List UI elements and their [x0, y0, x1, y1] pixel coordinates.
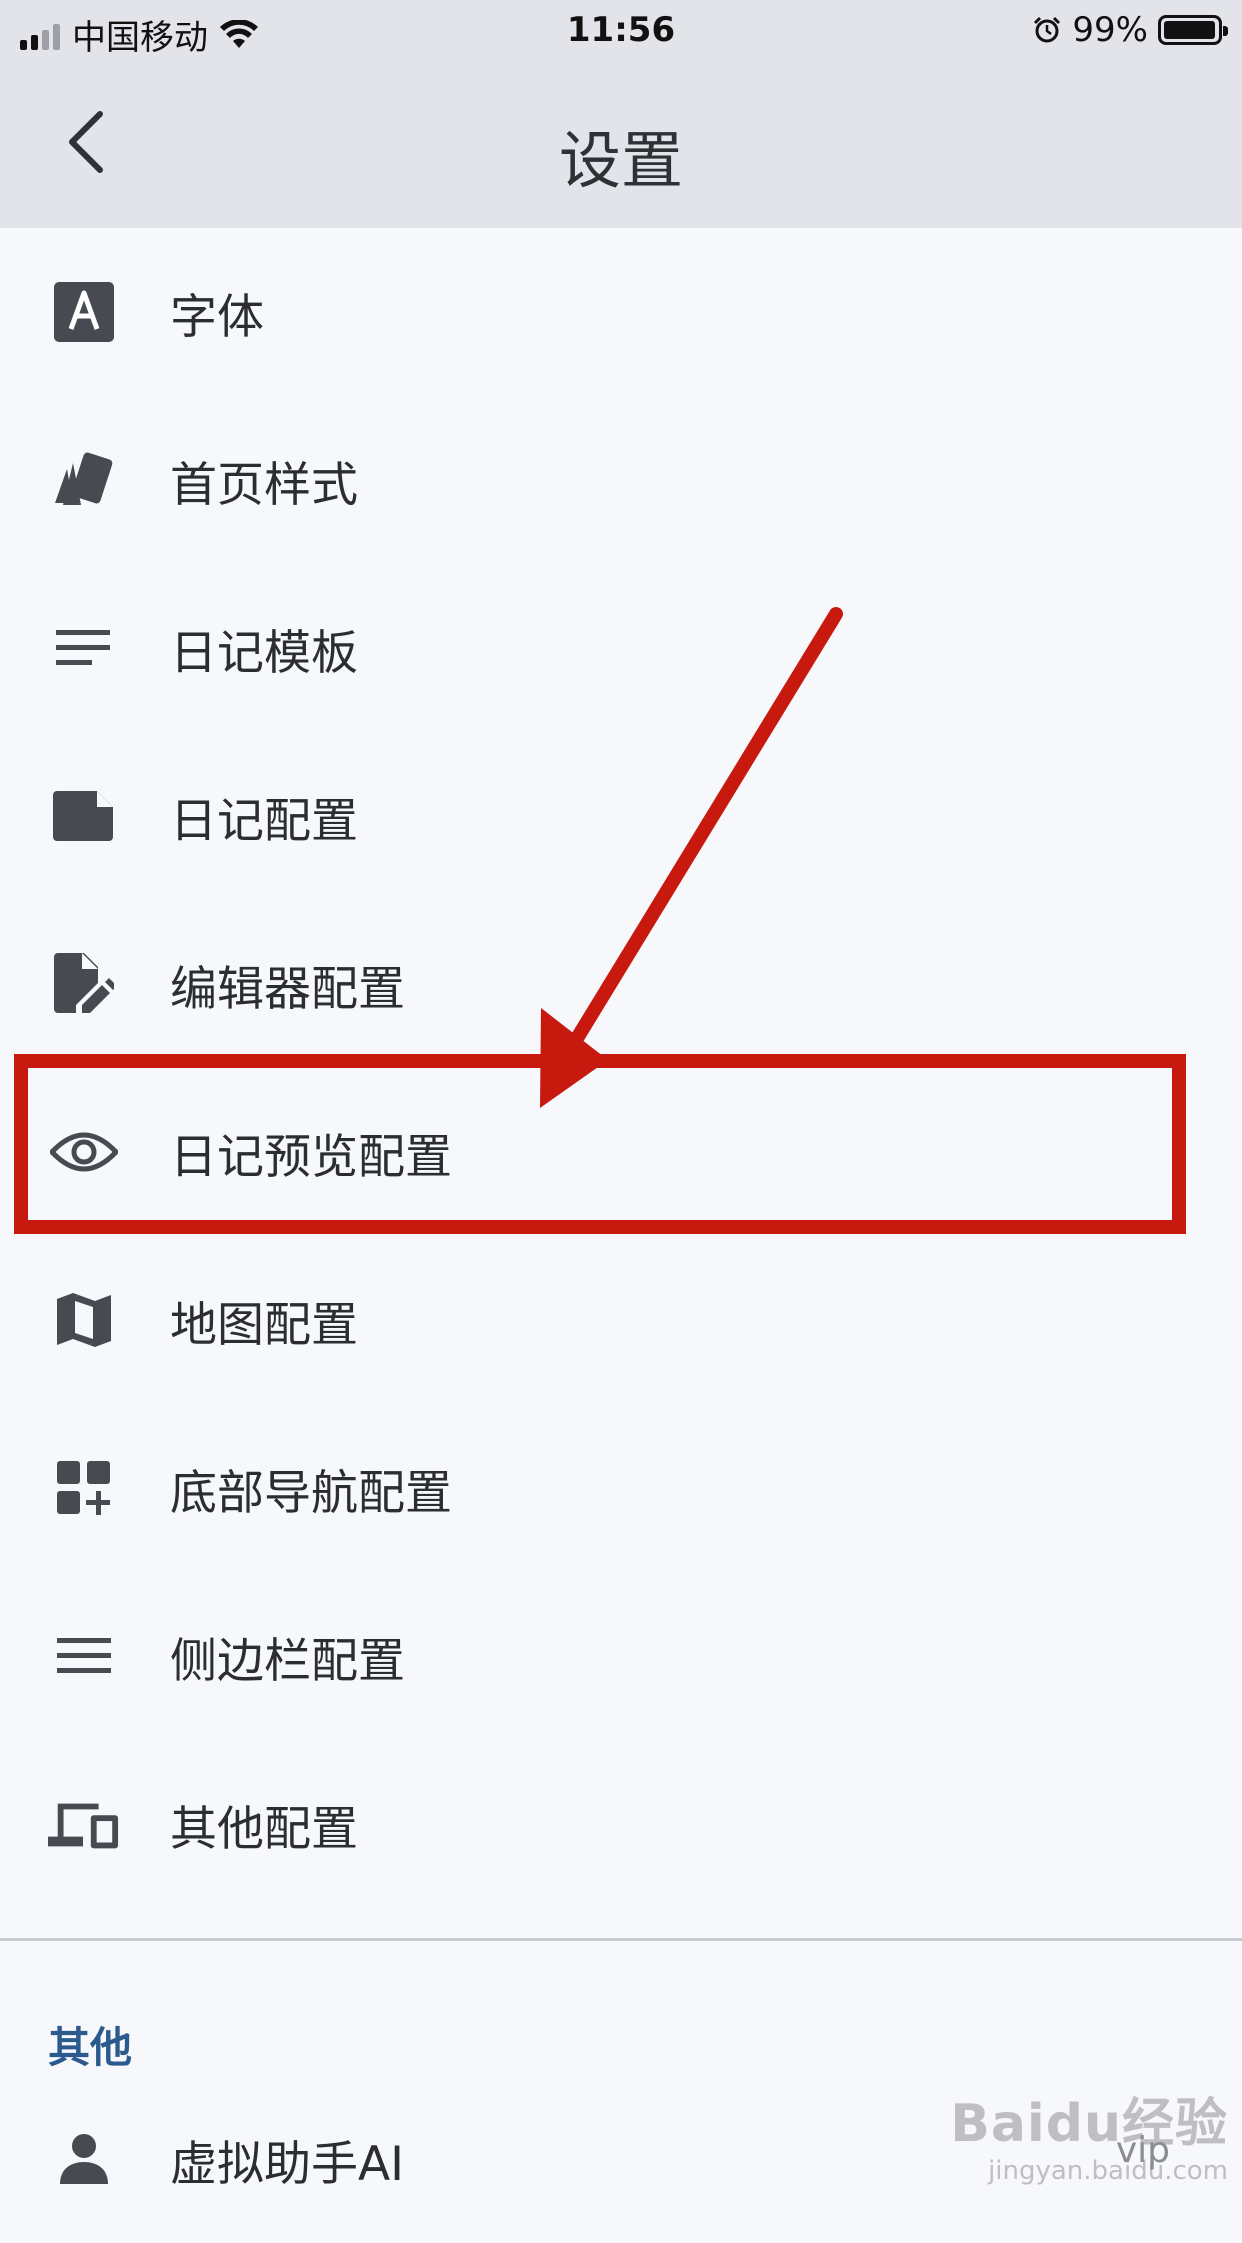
settings-item-label: 日记预览配置	[170, 1129, 452, 1185]
watermark-url: jingyan.baidu.com	[988, 2156, 1228, 2186]
style-icon	[48, 444, 120, 516]
status-right: 99%	[1032, 10, 1228, 50]
status-bar: 中国移动 11:56 99%	[0, 0, 1242, 62]
settings-item-bottom-nav-config[interactable]: 底部导航配置	[0, 1404, 1242, 1572]
settings-item-other-config[interactable]: 其他配置	[0, 1740, 1242, 1908]
settings-item-sidebar-config[interactable]: 侧边栏配置	[0, 1572, 1242, 1740]
watermark-logo: Baidu经验	[950, 2094, 1228, 2154]
settings-item-label: 编辑器配置	[170, 961, 405, 1017]
settings-item-label: 侧边栏配置	[170, 1633, 405, 1689]
settings-item-diary-template[interactable]: 日记模板	[0, 564, 1242, 732]
settings-item-diary-config[interactable]: 日记配置	[0, 732, 1242, 900]
settings-item-font[interactable]: 字体	[0, 228, 1242, 396]
edit-document-icon	[48, 948, 120, 1020]
menu-icon	[48, 1620, 120, 1692]
alarm-icon	[1034, 16, 1061, 43]
note-icon	[48, 780, 120, 852]
settings-item-label: 其他配置	[170, 1801, 358, 1857]
eye-icon	[48, 1116, 120, 1188]
person-icon	[48, 2123, 120, 2195]
settings-item-label: 日记模板	[170, 625, 358, 681]
section-title-other: 其他	[48, 2023, 133, 2072]
battery-percent: 99%	[1072, 10, 1148, 50]
settings-item-home-style[interactable]: 首页样式	[0, 396, 1242, 564]
settings-item-label: 底部导航配置	[170, 1465, 452, 1521]
settings-item-label: 虚拟助手AI	[170, 2136, 405, 2192]
settings-item-label: 地图配置	[170, 1297, 358, 1353]
template-icon	[48, 612, 120, 684]
font-icon	[48, 276, 120, 348]
map-icon	[48, 1284, 120, 1356]
header: 设置	[0, 62, 1242, 228]
section-divider	[0, 1938, 1242, 1941]
watermark: Baidu经验 jingyan.baidu.com	[950, 2081, 1228, 2186]
settings-item-editor-config[interactable]: 编辑器配置	[0, 900, 1242, 1068]
page-title: 设置	[558, 124, 683, 197]
vip-text: vip	[1115, 2130, 1170, 2171]
devices-icon	[48, 1788, 120, 1860]
settings-item-label: 首页样式	[170, 457, 358, 513]
add-widget-icon	[48, 1452, 120, 1524]
settings-item-map-config[interactable]: 地图配置	[0, 1236, 1242, 1404]
battery-icon	[1158, 15, 1228, 45]
settings-item-label: 字体	[170, 289, 264, 345]
settings-item-label: 日记配置	[170, 793, 358, 849]
settings-item-preview-config[interactable]: 日记预览配置	[0, 1068, 1242, 1236]
